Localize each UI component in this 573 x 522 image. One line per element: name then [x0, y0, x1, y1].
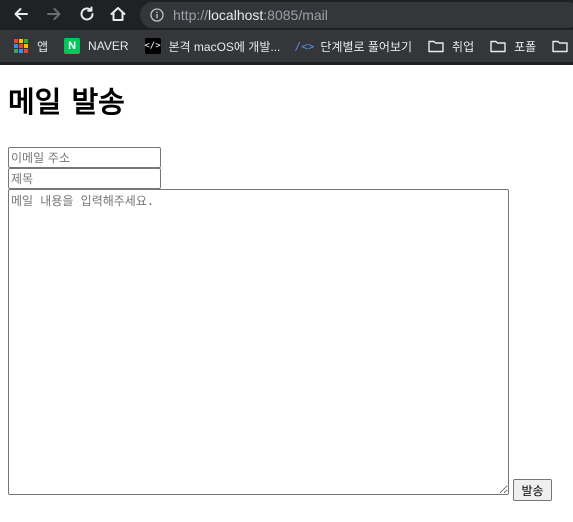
bookmark-label: 포폴: [514, 39, 537, 54]
bookmark-folder-portfolio[interactable]: 포폴: [490, 38, 536, 55]
address-bar[interactable]: http://localhost:8085/mail: [140, 2, 573, 28]
bookmark-naver[interactable]: N NAVER: [64, 38, 129, 54]
bookmark-apps[interactable]: 앱: [13, 38, 48, 55]
folder-icon: [490, 38, 506, 54]
url-scheme: http://: [173, 7, 209, 23]
url-path: :8085/mail: [263, 7, 328, 23]
reload-icon: [80, 6, 94, 21]
page-title: 메일 발송: [8, 85, 125, 119]
back-arrow-icon: [14, 8, 28, 20]
bookmark-macos-dev[interactable]: </> 본격 macOS에 개발...: [144, 38, 281, 55]
url-host: localhost: [208, 7, 264, 23]
home-button[interactable]: [107, 3, 129, 25]
bookmark-step-by-step[interactable]: /<> 단계별로 풀어보기: [294, 38, 413, 55]
bookmark-label: NAVER: [88, 39, 129, 53]
bookmark-label: 취업: [452, 39, 475, 54]
bookmark-label: 앱: [37, 39, 49, 54]
email-input[interactable]: [8, 147, 161, 168]
bookmark-folder-job[interactable]: 취업: [428, 38, 474, 55]
bookmark-folder-cut-off[interactable]: 포: [552, 38, 573, 55]
mail-page: 메일 발송 발송: [0, 65, 573, 522]
folder-icon: [552, 38, 568, 54]
bookmark-label: 단계별로 풀어보기: [320, 39, 413, 54]
mail-body-textarea[interactable]: [8, 189, 509, 495]
browser-toolbar: http://localhost:8085/mail: [0, 0, 573, 30]
back-button[interactable]: [10, 3, 32, 25]
folder-icon: [428, 38, 444, 54]
forward-arrow-icon: [47, 8, 61, 20]
apps-grid-icon: [13, 38, 29, 54]
browser-chrome: http://localhost:8085/mail 앱 N NAVER </>…: [0, 0, 573, 65]
naver-icon: N: [64, 38, 81, 54]
bookmarks-bar: 앱 N NAVER </> 본격 macOS에 개발... /<> 단계별로 풀…: [0, 30, 573, 62]
url-text[interactable]: http://localhost:8085/mail: [173, 7, 328, 23]
forward-button[interactable]: [43, 3, 65, 25]
subject-input[interactable]: [8, 168, 161, 189]
home-icon: [110, 7, 126, 21]
code-bracket-icon: /<>: [294, 39, 315, 53]
bookmark-label: 본격 macOS에 개발...: [168, 39, 281, 54]
reload-button[interactable]: [76, 3, 98, 25]
code-icon: </>: [144, 38, 161, 54]
send-button[interactable]: 발송: [513, 479, 552, 501]
info-icon[interactable]: [150, 8, 164, 22]
